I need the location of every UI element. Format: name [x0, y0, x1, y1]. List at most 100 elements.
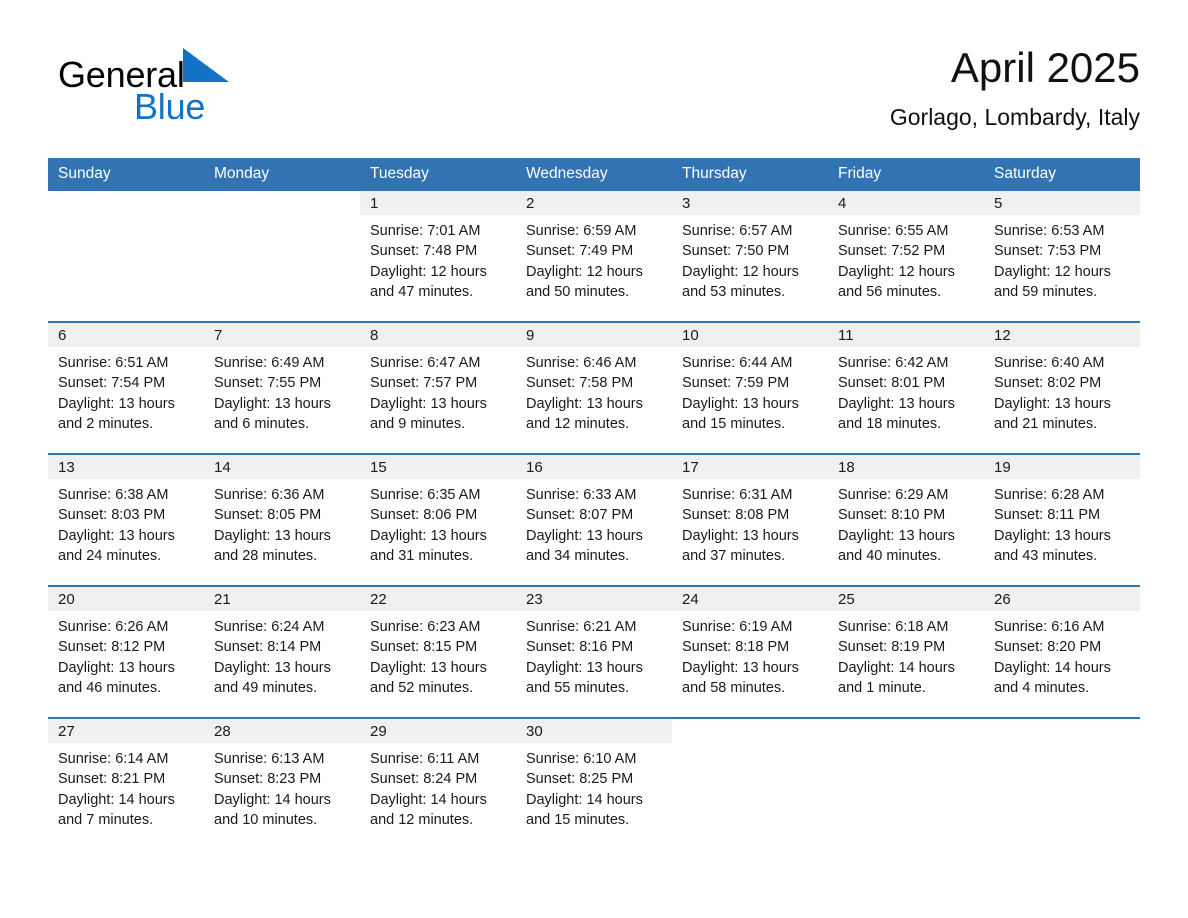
- calendar-day-cell[interactable]: 3 Sunrise: 6:57 AM Sunset: 7:50 PM Daylight…: [672, 191, 828, 322]
- calendar-cell-inner: 27 Sunrise: 6:14 AM Sunset: 8:21 PM Dayligh…: [48, 719, 204, 849]
- daylight-text-line1: Daylight: 13 hours: [994, 395, 1111, 412]
- calendar-day-cell[interactable]: 26 Sunrise: 6:16 AM Sunset: 8:20 PM Dayligh…: [984, 585, 1140, 718]
- sunset-text: Sunset: 8:15 PM: [370, 639, 478, 656]
- weekday-header-wednesday: Wednesday: [516, 158, 672, 191]
- weekday-header-monday: Monday: [204, 158, 360, 191]
- day-details: Sunrise: 6:46 AM Sunset: 7:58 PM Daylight:…: [516, 347, 672, 434]
- sunrise-text: Sunrise: 6:28 AM: [994, 487, 1105, 503]
- calendar-cell-empty: [204, 191, 360, 322]
- sunset-text: Sunset: 7:57 PM: [370, 375, 478, 392]
- calendar-week-row: 20 Sunrise: 6:26 AM Sunset: 8:12 PM Dayligh…: [48, 585, 1140, 718]
- daylight-text-line2: and 58 minutes.: [682, 679, 786, 696]
- calendar-cell-inner: 16 Sunrise: 6:33 AM Sunset: 8:07 PM Dayligh…: [516, 455, 672, 585]
- calendar-cell-inner: 29 Sunrise: 6:11 AM Sunset: 8:24 PM Dayligh…: [360, 719, 516, 849]
- day-details: Sunrise: 6:59 AM Sunset: 7:49 PM Daylight:…: [516, 215, 672, 302]
- daylight-text-line2: and 43 minutes.: [994, 547, 1098, 564]
- daylight-text-line1: Daylight: 13 hours: [58, 527, 175, 544]
- calendar-day-cell[interactable]: 15 Sunrise: 6:35 AM Sunset: 8:06 PM Dayligh…: [360, 453, 516, 586]
- day-details: Sunrise: 6:55 AM Sunset: 7:52 PM Daylight:…: [828, 215, 984, 302]
- sunset-text: Sunset: 8:06 PM: [370, 507, 478, 524]
- calendar-day-cell[interactable]: 12 Sunrise: 6:40 AM Sunset: 8:02 PM Dayligh…: [984, 321, 1140, 454]
- sunset-text: Sunset: 7:49 PM: [526, 243, 634, 260]
- calendar-day-cell[interactable]: 5 Sunrise: 6:53 AM Sunset: 7:53 PM Daylight…: [984, 191, 1140, 322]
- daylight-text-line2: and 2 minutes.: [58, 415, 154, 432]
- sunset-text: Sunset: 7:48 PM: [370, 243, 478, 260]
- calendar-day-cell[interactable]: 17 Sunrise: 6:31 AM Sunset: 8:08 PM Dayligh…: [672, 453, 828, 586]
- sunrise-text: Sunrise: 6:53 AM: [994, 223, 1105, 239]
- daylight-text-line1: Daylight: 13 hours: [214, 395, 331, 412]
- sunrise-text: Sunrise: 6:29 AM: [838, 487, 949, 503]
- day-number: 27: [48, 719, 204, 743]
- calendar-cell-inner: 8 Sunrise: 6:47 AM Sunset: 7:57 PM Daylight…: [360, 323, 516, 453]
- calendar-day-cell[interactable]: 6 Sunrise: 6:51 AM Sunset: 7:54 PM Daylight…: [48, 321, 204, 454]
- daylight-text-line2: and 1 minute.: [838, 679, 926, 696]
- brand-logo[interactable]: General Blue: [58, 48, 318, 134]
- sunset-text: Sunset: 8:24 PM: [370, 771, 478, 788]
- calendar-day-cell[interactable]: 24 Sunrise: 6:19 AM Sunset: 8:18 PM Dayligh…: [672, 585, 828, 718]
- calendar-week-row: 13 Sunrise: 6:38 AM Sunset: 8:03 PM Dayligh…: [48, 453, 1140, 586]
- sunrise-text: Sunrise: 6:42 AM: [838, 355, 949, 371]
- day-details: Sunrise: 6:21 AM Sunset: 8:16 PM Daylight:…: [516, 611, 672, 698]
- daylight-text-line2: and 6 minutes.: [214, 415, 310, 432]
- sunrise-text: Sunrise: 6:55 AM: [838, 223, 949, 239]
- calendar-day-cell[interactable]: 8 Sunrise: 6:47 AM Sunset: 7:57 PM Daylight…: [360, 321, 516, 454]
- daylight-text-line2: and 37 minutes.: [682, 547, 786, 564]
- calendar-cell-inner: 21 Sunrise: 6:24 AM Sunset: 8:14 PM Dayligh…: [204, 587, 360, 717]
- calendar-day-cell[interactable]: 2 Sunrise: 6:59 AM Sunset: 7:49 PM Daylight…: [516, 191, 672, 322]
- calendar-day-cell[interactable]: 25 Sunrise: 6:18 AM Sunset: 8:19 PM Dayligh…: [828, 585, 984, 718]
- daylight-text-line2: and 52 minutes.: [370, 679, 474, 696]
- sunset-text: Sunset: 8:11 PM: [994, 507, 1101, 524]
- calendar-cell-inner: 9 Sunrise: 6:46 AM Sunset: 7:58 PM Daylight…: [516, 323, 672, 453]
- calendar-day-cell[interactable]: 20 Sunrise: 6:26 AM Sunset: 8:12 PM Dayligh…: [48, 585, 204, 718]
- calendar-day-cell[interactable]: 30 Sunrise: 6:10 AM Sunset: 8:25 PM Dayligh…: [516, 717, 672, 849]
- day-number: [984, 719, 1140, 743]
- day-number: 29: [360, 719, 516, 743]
- calendar-cell-inner: 23 Sunrise: 6:21 AM Sunset: 8:16 PM Dayligh…: [516, 587, 672, 717]
- calendar-day-cell[interactable]: 1 Sunrise: 7:01 AM Sunset: 7:48 PM Daylight…: [360, 191, 516, 322]
- calendar-day-cell[interactable]: 11 Sunrise: 6:42 AM Sunset: 8:01 PM Dayligh…: [828, 321, 984, 454]
- day-number: 4: [828, 191, 984, 215]
- daylight-text-line2: and 12 minutes.: [526, 415, 630, 432]
- daylight-text-line1: Daylight: 13 hours: [682, 659, 799, 676]
- calendar-cell-empty: [828, 717, 984, 849]
- calendar-day-cell[interactable]: 13 Sunrise: 6:38 AM Sunset: 8:03 PM Dayligh…: [48, 453, 204, 586]
- calendar-day-cell[interactable]: 21 Sunrise: 6:24 AM Sunset: 8:14 PM Dayligh…: [204, 585, 360, 718]
- day-details: Sunrise: 6:13 AM Sunset: 8:23 PM Daylight:…: [204, 743, 360, 830]
- calendar-day-cell[interactable]: 28 Sunrise: 6:13 AM Sunset: 8:23 PM Dayligh…: [204, 717, 360, 849]
- calendar-day-cell[interactable]: 29 Sunrise: 6:11 AM Sunset: 8:24 PM Dayligh…: [360, 717, 516, 849]
- daylight-text-line2: and 46 minutes.: [58, 679, 162, 696]
- daylight-text-line2: and 15 minutes.: [526, 811, 630, 828]
- day-details: Sunrise: 6:49 AM Sunset: 7:55 PM Daylight:…: [204, 347, 360, 434]
- sunset-text: Sunset: 7:59 PM: [682, 375, 790, 392]
- calendar-cell-inner: 12 Sunrise: 6:40 AM Sunset: 8:02 PM Dayligh…: [984, 323, 1140, 453]
- day-details: Sunrise: 6:36 AM Sunset: 8:05 PM Daylight:…: [204, 479, 360, 566]
- calendar-week-row: 6 Sunrise: 6:51 AM Sunset: 7:54 PM Daylight…: [48, 321, 1140, 454]
- calendar-day-cell[interactable]: 27 Sunrise: 6:14 AM Sunset: 8:21 PM Dayligh…: [48, 717, 204, 849]
- daylight-text-line1: Daylight: 13 hours: [370, 527, 487, 544]
- sunset-text: Sunset: 8:19 PM: [838, 639, 946, 656]
- calendar-day-cell[interactable]: 18 Sunrise: 6:29 AM Sunset: 8:10 PM Dayligh…: [828, 453, 984, 586]
- calendar-day-cell[interactable]: 14 Sunrise: 6:36 AM Sunset: 8:05 PM Dayligh…: [204, 453, 360, 586]
- calendar-week-row: 27 Sunrise: 6:14 AM Sunset: 8:21 PM Dayligh…: [48, 717, 1140, 849]
- calendar-day-cell[interactable]: 9 Sunrise: 6:46 AM Sunset: 7:58 PM Daylight…: [516, 321, 672, 454]
- triangle-icon: [182, 48, 229, 100]
- calendar-day-cell[interactable]: 4 Sunrise: 6:55 AM Sunset: 7:52 PM Daylight…: [828, 191, 984, 322]
- sunset-text: Sunset: 8:16 PM: [526, 639, 634, 656]
- calendar-day-cell[interactable]: 23 Sunrise: 6:21 AM Sunset: 8:16 PM Dayligh…: [516, 585, 672, 718]
- calendar-day-cell[interactable]: 19 Sunrise: 6:28 AM Sunset: 8:11 PM Dayligh…: [984, 453, 1140, 586]
- sunset-text: Sunset: 7:50 PM: [682, 243, 790, 260]
- calendar-day-cell[interactable]: 16 Sunrise: 6:33 AM Sunset: 8:07 PM Dayligh…: [516, 453, 672, 586]
- sunrise-text: Sunrise: 6:46 AM: [526, 355, 637, 371]
- daylight-text-line2: and 50 minutes.: [526, 283, 630, 300]
- day-details: Sunrise: 6:16 AM Sunset: 8:20 PM Daylight:…: [984, 611, 1140, 698]
- calendar-cell-inner: 22 Sunrise: 6:23 AM Sunset: 8:15 PM Dayligh…: [360, 587, 516, 717]
- sunset-text: Sunset: 7:54 PM: [58, 375, 166, 392]
- calendar-day-cell[interactable]: 7 Sunrise: 6:49 AM Sunset: 7:55 PM Daylight…: [204, 321, 360, 454]
- day-details: Sunrise: 6:47 AM Sunset: 7:57 PM Daylight:…: [360, 347, 516, 434]
- calendar-day-cell[interactable]: 22 Sunrise: 6:23 AM Sunset: 8:15 PM Dayligh…: [360, 585, 516, 718]
- daylight-text-line1: Daylight: 14 hours: [370, 791, 487, 808]
- day-details: Sunrise: 6:24 AM Sunset: 8:14 PM Daylight:…: [204, 611, 360, 698]
- daylight-text-line1: Daylight: 13 hours: [682, 527, 799, 544]
- calendar-cell-inner: 20 Sunrise: 6:26 AM Sunset: 8:12 PM Dayligh…: [48, 587, 204, 717]
- calendar-day-cell[interactable]: 10 Sunrise: 6:44 AM Sunset: 7:59 PM Dayligh…: [672, 321, 828, 454]
